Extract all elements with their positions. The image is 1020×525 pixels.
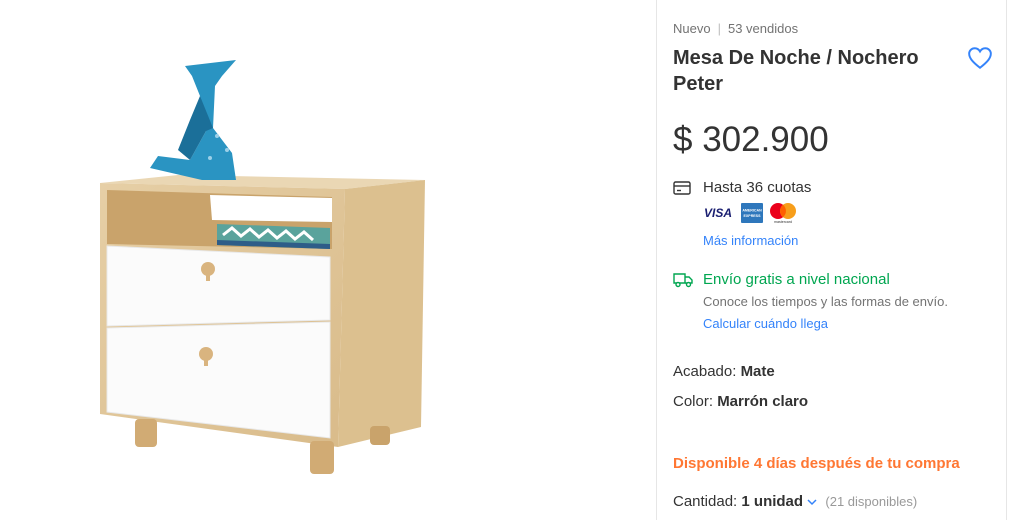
attribute-label: Acabado: [673,363,737,380]
chevron-down-icon [807,499,817,506]
attribute-value: Mate [740,363,775,380]
attribute-label: Color: [673,393,714,410]
payment-cards: VISA AMERICAN EXPRESS mastercard [703,202,799,224]
svg-text:VISA: VISA [704,206,732,220]
product-subtitle: Nuevo | 53 vendidos [673,21,799,36]
truck-icon [673,273,693,288]
quantity-value: 1 unidad [741,493,804,510]
free-shipping-text: Envío gratis a nivel nacional [703,271,890,288]
product-price: $ 302.900 [673,120,829,159]
mastercard-logo: mastercard [770,203,796,224]
calculate-delivery-link[interactable]: Calcular cuándo llega [703,316,828,331]
more-info-link[interactable]: Más información [703,233,798,248]
amex-logo: AMERICAN EXPRESS [741,203,763,223]
attribute-value: Marrón claro [717,393,809,410]
product-image[interactable] [0,0,656,520]
product-info-panel: Nuevo | 53 vendidos Mesa De Noche / Nocher… [656,0,1007,520]
svg-text:mastercard: mastercard [774,220,792,224]
quantity-label: Cantidad: [673,493,738,510]
product-title: Mesa De Noche / Nochero Peter [673,47,919,95]
svg-text:EXPRESS: EXPRESS [744,214,762,218]
nightstand-image [100,60,425,474]
quantity-row: Cantidad: 1 unidad (21 disponibles) [673,493,917,510]
quantity-available: (21 disponibles) [825,494,918,509]
installments-text: Hasta 36 cuotas [703,179,812,196]
availability-text: Disponible 4 días después de tu compra [673,455,960,472]
attribute-color: Color: Marrón claro [673,393,808,410]
condition-label: Nuevo [673,21,711,36]
shipping-description: Conoce los tiempos y las formas de envío… [703,294,948,309]
credit-card-icon [673,181,691,195]
svg-text:AMERICAN: AMERICAN [742,209,762,213]
heart-icon[interactable] [967,45,993,71]
attribute-finish: Acabado: Mate [673,363,775,380]
visa-logo: VISA [704,206,732,220]
quantity-selector[interactable]: 1 unidad [741,493,821,510]
sold-count: 53 vendidos [727,21,799,36]
